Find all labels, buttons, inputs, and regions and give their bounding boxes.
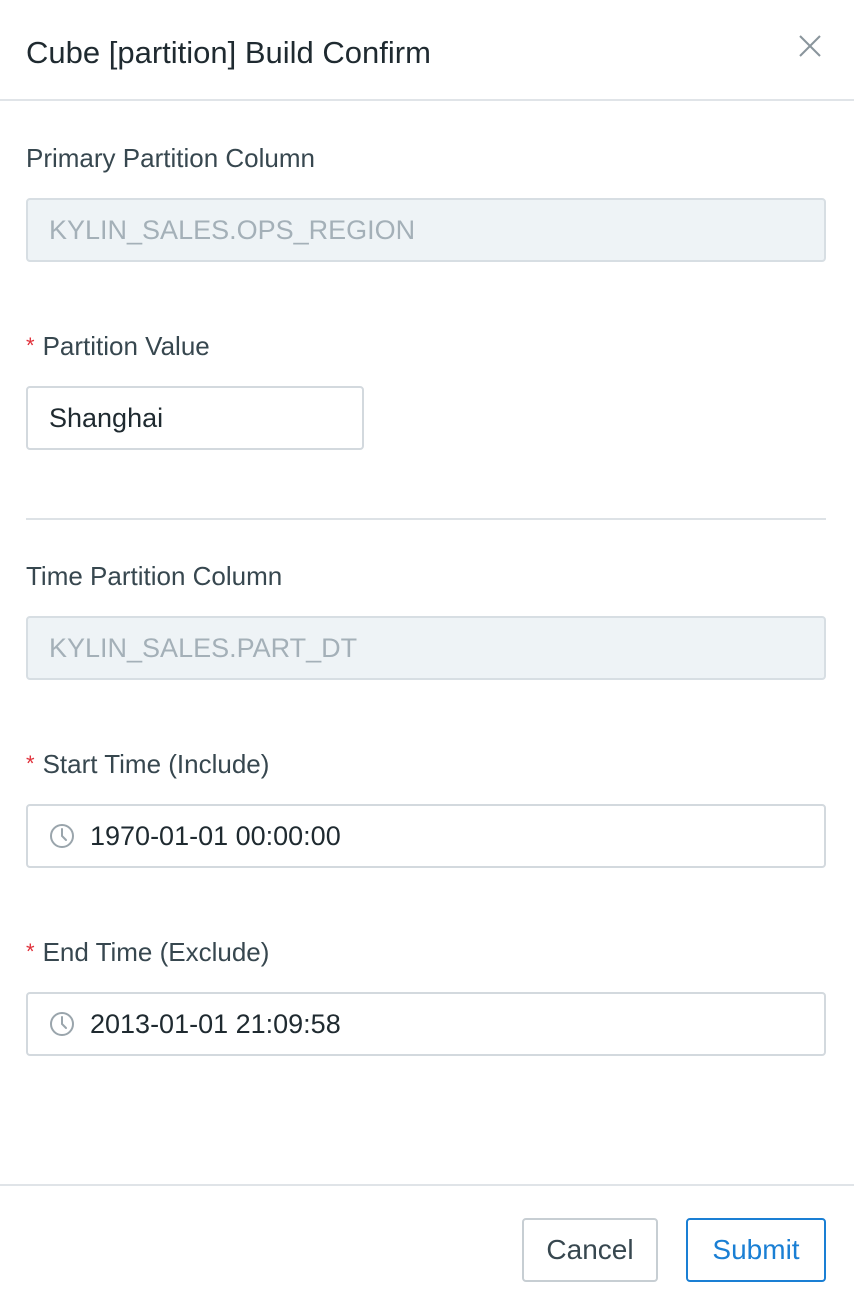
time-partition-column-label-text: Time Partition Column [26,561,283,591]
close-button[interactable] [794,30,826,62]
start-time-label-text: Start Time (Include) [42,749,270,779]
primary-partition-column-value: KYLIN_SALES.OPS_REGION [49,214,416,245]
required-mark: * [26,939,35,964]
dialog-title: Cube [partition] Build Confirm [26,35,431,70]
start-time-label: * Start Time (Include) [26,748,269,782]
end-time-value: 2013-01-01 21:09:58 [90,1008,341,1039]
partition-value-text: Shanghai [49,402,164,433]
time-partition-column-label: Time Partition Column [26,560,282,592]
required-mark: * [26,333,35,358]
clock-icon [50,1012,74,1036]
primary-partition-column-field: KYLIN_SALES.OPS_REGION [26,198,826,262]
clock-icon [50,824,74,848]
primary-partition-column-label: Primary Partition Column [26,142,315,174]
time-partition-column-field: KYLIN_SALES.PART_DT [26,616,826,680]
required-mark: * [26,751,35,776]
end-time-label-text: End Time (Exclude) [42,937,270,967]
start-time-picker[interactable]: 1970-01-01 00:00:00 [26,804,826,868]
dialog-header: Cube [partition] Build Confirm [0,0,854,101]
partition-value-label: * Partition Value [26,330,210,364]
start-time-value: 1970-01-01 00:00:00 [90,820,341,851]
end-time-label: * End Time (Exclude) [26,936,269,970]
time-partition-column-value: KYLIN_SALES.PART_DT [49,632,358,663]
cancel-button[interactable]: Cancel [522,1218,658,1282]
footer-divider [0,1184,854,1186]
primary-partition-column-label-text: Primary Partition Column [26,143,315,173]
end-time-picker[interactable]: 2013-01-01 21:09:58 [26,992,826,1056]
submit-button[interactable]: Submit [686,1218,826,1282]
section-divider [26,518,826,520]
close-icon [799,35,821,57]
partition-value-label-text: Partition Value [42,331,210,361]
build-confirm-dialog: Cube [partition] Build Confirm Primary P… [0,0,854,1300]
partition-value-input[interactable]: Shanghai [26,386,364,450]
